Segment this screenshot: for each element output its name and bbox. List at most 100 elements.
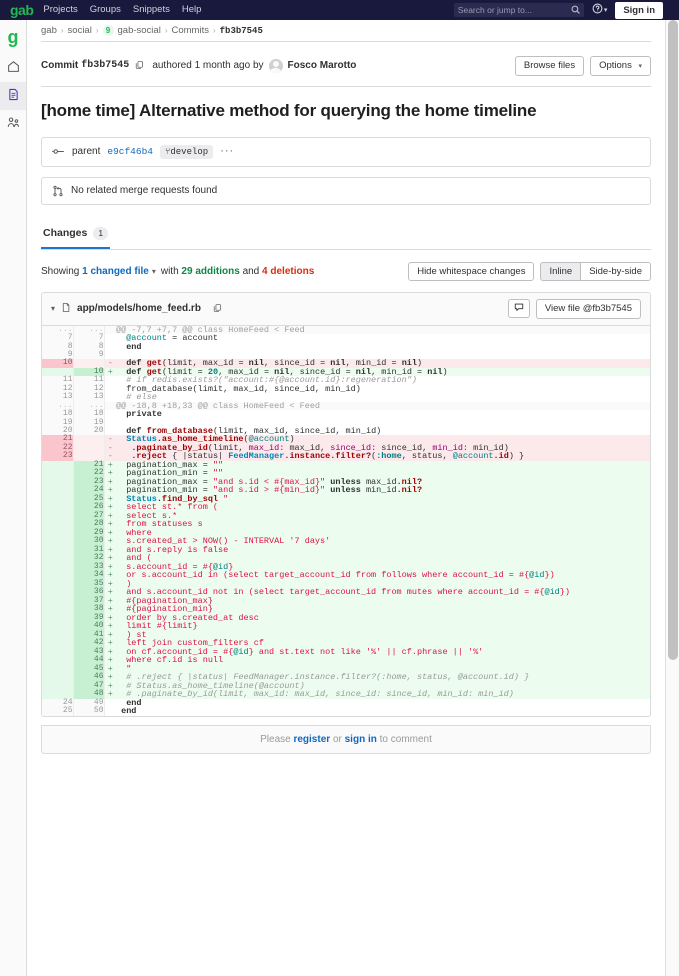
diff-old-line-number[interactable]: 25 xyxy=(42,707,73,716)
diff-old-line-number[interactable] xyxy=(42,529,73,538)
diff-line-code[interactable]: pagination_min = "" xyxy=(116,469,650,478)
diff-old-line-number[interactable] xyxy=(42,486,73,495)
diff-old-line-number[interactable] xyxy=(42,656,73,665)
diff-old-line-number[interactable] xyxy=(42,614,73,623)
diff-line-code[interactable]: def get(limit, max_id = nil, since_id = … xyxy=(116,359,650,368)
commit-author-name[interactable]: Fosco Marotto xyxy=(288,60,357,71)
chevron-down-icon[interactable]: ▾ xyxy=(51,304,55,313)
diff-old-line-number[interactable] xyxy=(42,631,73,640)
diff-line-code[interactable]: @@ -7,7 +7,7 @@ class HomeFeed < Feed xyxy=(116,326,650,335)
diff-line-code[interactable]: from statuses s xyxy=(116,520,650,529)
nav-link-help[interactable]: Help xyxy=(182,0,202,20)
options-dropdown-button[interactable]: Options ▾ xyxy=(590,56,651,76)
breadcrumb-item-gab[interactable]: gab xyxy=(41,25,57,36)
diff-line-code[interactable]: # if redis.exists?("account:#{@account.i… xyxy=(116,376,650,385)
diff-line-code[interactable]: .paginate_by_id(limit, max_id: max_id, s… xyxy=(116,444,650,453)
diff-line-code[interactable]: # .reject { |status| FeedManager.instanc… xyxy=(116,673,650,682)
diff-old-line-number[interactable] xyxy=(42,503,73,512)
diff-line-code[interactable]: # else xyxy=(116,393,650,402)
breadcrumb-item-commits[interactable]: Commits xyxy=(171,25,208,36)
hide-whitespace-button[interactable]: Hide whitespace changes xyxy=(408,262,534,282)
file-path[interactable]: app/models/home_feed.rb xyxy=(77,303,201,314)
diff-line-code[interactable]: left join custom_filters cf xyxy=(116,639,650,648)
diff-line-code[interactable]: and ( xyxy=(116,554,650,563)
diff-line-code[interactable] xyxy=(116,351,650,359)
diff-old-line-number[interactable]: 23 xyxy=(42,452,73,461)
diff-line-code[interactable]: or s.account_id in (select target_accoun… xyxy=(116,571,650,580)
diff-line-code[interactable]: @@ -18,8 +18,33 @@ class HomeFeed < Feed xyxy=(116,402,650,411)
branch-badge[interactable]: ⑂develop xyxy=(160,145,213,159)
project-avatar[interactable]: g xyxy=(0,20,26,54)
diff-old-line-number[interactable] xyxy=(42,580,73,589)
diff-old-line-number[interactable] xyxy=(42,546,73,555)
diff-line-code[interactable] xyxy=(116,419,650,427)
diff-line-code[interactable]: private xyxy=(116,410,650,419)
copy-sha-icon[interactable] xyxy=(135,60,144,72)
diff-line-code[interactable]: limit #{limit} xyxy=(116,622,650,631)
view-file-button[interactable]: View file @fb3b7545 xyxy=(536,299,641,319)
diff-line-code[interactable]: end xyxy=(116,699,650,708)
diff-line-code[interactable]: pagination_max = "" xyxy=(116,461,650,470)
sidebar-item-repository[interactable] xyxy=(0,82,26,110)
breadcrumb-item-social[interactable]: social xyxy=(68,25,92,36)
diff-line-code[interactable]: select s.* xyxy=(116,512,650,521)
chevron-down-icon[interactable]: ▾ xyxy=(152,267,156,276)
diff-old-line-number[interactable] xyxy=(42,665,73,674)
page-scrollbar[interactable] xyxy=(665,20,679,976)
changed-files-link[interactable]: 1 changed file xyxy=(82,266,149,277)
gab-logo[interactable]: gab xyxy=(8,3,43,17)
diff-line-code[interactable]: where xyxy=(116,529,650,538)
diff-new-line-number[interactable] xyxy=(73,435,104,444)
diff-new-line-number[interactable]: 50 xyxy=(73,707,104,716)
diff-old-line-number[interactable] xyxy=(42,597,73,606)
nav-link-groups[interactable]: Groups xyxy=(90,0,121,20)
diff-old-line-number[interactable] xyxy=(42,648,73,657)
diff-old-line-number[interactable] xyxy=(42,495,73,504)
diff-old-line-number[interactable] xyxy=(42,682,73,691)
diff-line-code[interactable]: s.created_at > NOW() - INTERVAL '7 days' xyxy=(116,537,650,546)
diff-line-code[interactable]: #{pagination_max} xyxy=(116,597,650,606)
diff-line-code[interactable]: pagination_max = "and s.id < #{max_id}" … xyxy=(116,478,650,487)
breadcrumb-item-gab-social[interactable]: gab-social xyxy=(118,25,161,36)
diff-old-line-number[interactable] xyxy=(42,563,73,572)
more-options-icon[interactable]: ··· xyxy=(220,146,234,157)
diff-line-code[interactable]: where cf.id is null xyxy=(116,656,650,665)
parent-sha-link[interactable]: e9cf46b4 xyxy=(107,146,153,157)
diff-old-line-number[interactable] xyxy=(42,622,73,631)
diff-line-code[interactable]: order by s.created_at desc xyxy=(116,614,650,623)
inline-view-button[interactable]: Inline xyxy=(540,262,581,282)
diff-line-code[interactable]: Status.find_by_sql " xyxy=(116,495,650,504)
diff-old-line-number[interactable] xyxy=(42,639,73,648)
side-by-side-view-button[interactable]: Side-by-side xyxy=(581,262,651,282)
diff-line-code[interactable]: " xyxy=(116,665,650,674)
diff-line-code[interactable]: Status.as_home_timeline(@account) xyxy=(116,435,650,444)
diff-line-code[interactable]: ) st xyxy=(116,631,650,640)
diff-line-code[interactable]: .reject { |status| FeedManager.instance.… xyxy=(116,452,650,461)
diff-line-code[interactable]: # Status.as_home_timeline(@account) xyxy=(116,682,650,691)
sidebar-item-home[interactable] xyxy=(0,54,26,82)
diff-line-code[interactable]: from_database(limit, max_id, since_id, m… xyxy=(116,385,650,394)
diff-old-line-number[interactable] xyxy=(42,469,73,478)
diff-line-code[interactable]: and s.reply is false xyxy=(116,546,650,555)
diff-line-code[interactable]: # .paginate_by_id(limit, max_id: max_id,… xyxy=(116,690,650,699)
register-link[interactable]: register xyxy=(293,734,330,745)
diff-old-line-number[interactable] xyxy=(42,554,73,563)
toggle-comments-button[interactable] xyxy=(508,299,530,318)
diff-line-code[interactable]: and s.account_id not in (select target_a… xyxy=(116,588,650,597)
search-box[interactable] xyxy=(454,3,584,17)
diff-old-line-number[interactable] xyxy=(42,520,73,529)
diff-line-code[interactable]: pagination_min = "and s.id > #{min_id}" … xyxy=(116,486,650,495)
scrollbar-thumb[interactable] xyxy=(668,20,678,660)
diff-line-code[interactable]: #{pagination_min} xyxy=(116,605,650,614)
diff-line-code[interactable]: def from_database(limit, max_id, since_i… xyxy=(116,427,650,436)
diff-line-code[interactable]: @account = account xyxy=(116,334,650,343)
diff-line-code[interactable]: def get(limit = 20, max_id = nil, since_… xyxy=(116,368,650,377)
sidebar-item-members[interactable] xyxy=(0,110,26,138)
tab-changes[interactable]: Changes 1 xyxy=(41,221,110,249)
diff-line-code[interactable]: ) xyxy=(116,580,650,589)
help-menu[interactable]: ▾ xyxy=(592,3,608,17)
diff-old-line-number[interactable] xyxy=(42,588,73,597)
diff-old-line-number[interactable] xyxy=(42,673,73,682)
sign-in-button[interactable]: Sign in xyxy=(615,2,663,19)
browse-files-button[interactable]: Browse files xyxy=(515,56,584,76)
